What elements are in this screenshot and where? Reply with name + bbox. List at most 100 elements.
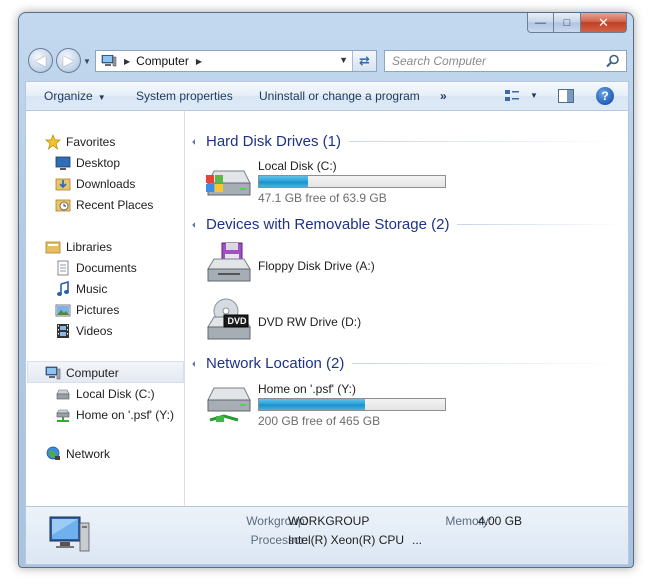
refresh-button[interactable]: ⇄ xyxy=(352,51,376,71)
nav-libraries[interactable]: Libraries xyxy=(45,239,112,255)
workgroup-value: WORKGROUP xyxy=(288,514,370,528)
network-globe-icon xyxy=(45,446,61,462)
downloads-folder-icon xyxy=(55,176,71,192)
drive-usage-bar xyxy=(258,398,446,411)
film-strip-icon xyxy=(55,323,71,339)
processor-value: Intel(R) Xeon(R) CPU xyxy=(288,533,405,547)
help-button[interactable]: ? xyxy=(596,87,614,105)
uninstall-program-button[interactable]: Uninstall or change a program xyxy=(259,89,420,103)
hard-disk-icon xyxy=(204,157,252,203)
close-button[interactable]: ✕ xyxy=(581,13,627,33)
dvd-drive-icon: DVD xyxy=(204,297,252,343)
memory-value: 4.00 GB xyxy=(478,514,523,528)
more-commands-button[interactable]: » xyxy=(440,89,447,103)
drive-free-space: 200 GB free of 465 GB xyxy=(258,414,381,428)
document-icon xyxy=(55,260,71,276)
change-view-icon[interactable] xyxy=(504,89,520,103)
nav-desktop[interactable]: Desktop xyxy=(55,155,120,171)
search-input[interactable] xyxy=(392,54,602,68)
star-icon xyxy=(45,134,61,150)
refresh-icon: ⇄ xyxy=(359,53,370,68)
nav-favorites[interactable]: Favorites xyxy=(45,134,115,150)
search-icon[interactable] xyxy=(606,54,620,68)
group-title: Network Location (2) xyxy=(206,355,345,372)
collapse-triangle-icon[interactable] xyxy=(192,138,198,145)
preview-pane-icon[interactable] xyxy=(558,89,574,103)
view-options-dropdown[interactable]: ▼ xyxy=(530,91,538,100)
address-bar[interactable]: ▶ Computer ▶ ▼ ⇄ xyxy=(95,50,377,72)
libraries-icon xyxy=(45,239,61,255)
forward-button[interactable]: ▶ xyxy=(56,48,81,73)
organize-label: Organize xyxy=(44,89,93,103)
group-divider xyxy=(349,141,623,142)
nav-documents[interactable]: Documents xyxy=(55,260,137,276)
breadcrumb-separator-icon[interactable]: ▶ xyxy=(124,57,130,66)
nav-pictures-label: Pictures xyxy=(76,303,120,317)
command-bar: Organize ▼ System properties Uninstall or… xyxy=(25,81,629,111)
drive-name: Local Disk (C:) xyxy=(258,159,337,173)
drive-name: Home on '.psf' (Y:) xyxy=(258,382,356,396)
nav-libraries-label: Libraries xyxy=(66,240,113,254)
recent-places-icon xyxy=(55,197,71,213)
nav-videos-label: Videos xyxy=(76,324,113,338)
drive-usage-fill xyxy=(259,176,308,187)
computer-icon xyxy=(101,54,117,67)
network-drive-icon xyxy=(55,407,71,423)
nav-local-disk[interactable]: Local Disk (C:) xyxy=(55,386,155,402)
drive-name: DVD RW Drive (D:) xyxy=(258,315,362,329)
nav-downloads[interactable]: Downloads xyxy=(55,176,135,192)
breadcrumb-separator-icon[interactable]: ▶ xyxy=(196,57,202,66)
group-network-location[interactable]: Network Location (2) xyxy=(192,355,623,372)
forward-arrow-icon: ▶ xyxy=(63,52,74,68)
nav-videos[interactable]: Videos xyxy=(55,323,112,339)
nav-computer-label: Computer xyxy=(66,366,119,380)
nav-local-disk-label: Local Disk (C:) xyxy=(76,387,155,401)
recent-pages-dropdown[interactable]: ▼ xyxy=(83,57,91,66)
search-box[interactable] xyxy=(384,50,627,72)
maximize-button[interactable]: □ xyxy=(554,13,581,33)
back-arrow-icon: ◀ xyxy=(35,52,46,68)
nav-home-psf-label: Home on '.psf' (Y:) xyxy=(76,408,174,422)
nav-home-psf[interactable]: Home on '.psf' (Y:) xyxy=(55,407,174,423)
group-divider xyxy=(457,224,623,225)
drive-usage-bar xyxy=(258,175,446,188)
navigation-pane: Favorites Desktop Downloads Recent Place… xyxy=(26,111,185,506)
nav-network-label: Network xyxy=(66,447,111,461)
nav-recent-places[interactable]: Recent Places xyxy=(55,197,153,213)
address-history-dropdown[interactable]: ▼ xyxy=(339,55,348,65)
floppy-drive-icon xyxy=(204,241,252,287)
nav-recent-places-label: Recent Places xyxy=(76,198,154,212)
minimize-button[interactable]: — xyxy=(527,13,554,33)
group-title: Devices with Removable Storage (2) xyxy=(206,216,450,233)
group-hard-disk-drives[interactable]: Hard Disk Drives (1) xyxy=(192,133,623,150)
nav-network[interactable]: Network xyxy=(45,446,110,462)
nav-music[interactable]: Music xyxy=(55,280,108,297)
close-icon: ✕ xyxy=(598,14,609,30)
content-area: Favorites Desktop Downloads Recent Place… xyxy=(25,111,629,506)
group-title: Hard Disk Drives (1) xyxy=(206,133,342,150)
breadcrumb-computer[interactable]: Computer xyxy=(136,54,189,68)
back-button[interactable]: ◀ xyxy=(28,48,53,73)
nav-computer[interactable]: Computer xyxy=(45,365,119,381)
collapse-triangle-icon[interactable] xyxy=(192,360,198,367)
details-pane: Workgroup: WORKGROUP Memory: 4.00 GB Pro… xyxy=(25,506,629,565)
drive-usage-fill xyxy=(259,399,366,410)
nav-documents-label: Documents xyxy=(76,261,137,275)
hard-disk-icon xyxy=(55,386,71,402)
maximize-icon: □ xyxy=(563,16,571,29)
nav-pictures[interactable]: Pictures xyxy=(55,302,119,318)
nav-music-label: Music xyxy=(76,282,108,296)
navigation-row: ◀ ▶ ▼ ▶ Computer ▶ ▼ ⇄ xyxy=(25,45,629,75)
computer-icon xyxy=(44,513,92,559)
group-removable-storage[interactable]: Devices with Removable Storage (2) xyxy=(192,216,623,233)
music-note-icon xyxy=(55,280,71,297)
dvd-badge: DVD xyxy=(227,316,247,326)
nav-desktop-label: Desktop xyxy=(76,156,121,170)
organize-menu[interactable]: Organize ▼ xyxy=(44,89,106,103)
explorer-window: — □ ✕ ◀ ▶ ▼ ▶ Computer ▶ ▼ ⇄ Organize ▼ S… xyxy=(18,12,634,568)
main-pane: Hard Disk Drives (1) Local Disk (C:) 47.… xyxy=(186,111,628,506)
collapse-triangle-icon[interactable] xyxy=(192,221,198,228)
system-properties-button[interactable]: System properties xyxy=(136,89,233,103)
computer-icon xyxy=(45,365,61,381)
caption-buttons: — □ ✕ xyxy=(527,13,627,33)
